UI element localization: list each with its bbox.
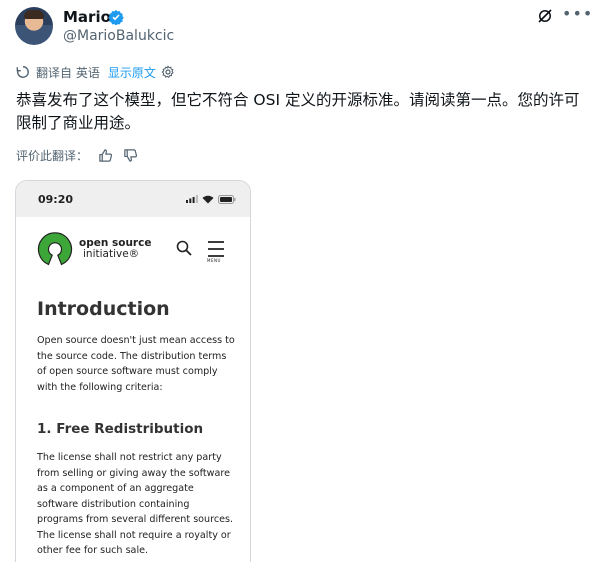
thumbs-up-icon[interactable] [98, 148, 113, 163]
author-name[interactable]: Mario [63, 8, 111, 26]
osi-wordmark: open source initiative® [79, 238, 151, 260]
osi-site-header: open source initiative® MENU [16, 217, 250, 277]
section1-paragraph: The license shall not restrict any party… [37, 452, 234, 556]
translation-bar: 翻译自 英语 显示原文 [16, 64, 175, 80]
intro-heading: Introduction [37, 298, 170, 320]
show-original-link[interactable]: 显示原文 [108, 64, 156, 81]
osi-keyhole-logo-icon [37, 232, 73, 266]
search-icon [176, 240, 192, 256]
phone-status-bar: 09:20 [16, 181, 250, 217]
author-handle[interactable]: @MarioBalukcic [63, 28, 174, 44]
thumbs-down-icon[interactable] [123, 148, 138, 163]
signal-icon [186, 195, 198, 203]
hamburger-menu-icon [208, 241, 224, 257]
translated-from-label: 翻译自 英语 [36, 65, 100, 80]
verified-badge-icon [108, 10, 124, 25]
grok-icon[interactable] [536, 7, 554, 25]
rate-translation-bar: 评价此翻译： [16, 147, 138, 164]
battery-icon [218, 194, 236, 204]
more-options-icon[interactable]: ••• [562, 4, 592, 23]
osi-wordmark-line2: initiative® [83, 248, 140, 260]
attached-screenshot-image[interactable]: 09:20 open source initiative® MENU Intro… [15, 180, 251, 562]
author-avatar[interactable] [15, 7, 53, 45]
translate-icon [16, 66, 29, 78]
intro-paragraph: Open source doesn't just mean access to … [37, 335, 235, 393]
menu-label: MENU [207, 258, 221, 263]
gear-icon[interactable] [161, 65, 175, 79]
tweet-text: 恭喜发布了这个模型，但它不符合 OSI 定义的开源标准。请阅读第一点。您的许可限… [16, 91, 580, 132]
rate-translation-label: 评价此翻译： [16, 149, 89, 163]
status-time: 09:20 [38, 192, 74, 206]
section1-heading: 1. Free Redistribution [37, 421, 204, 437]
wifi-icon [202, 195, 214, 203]
